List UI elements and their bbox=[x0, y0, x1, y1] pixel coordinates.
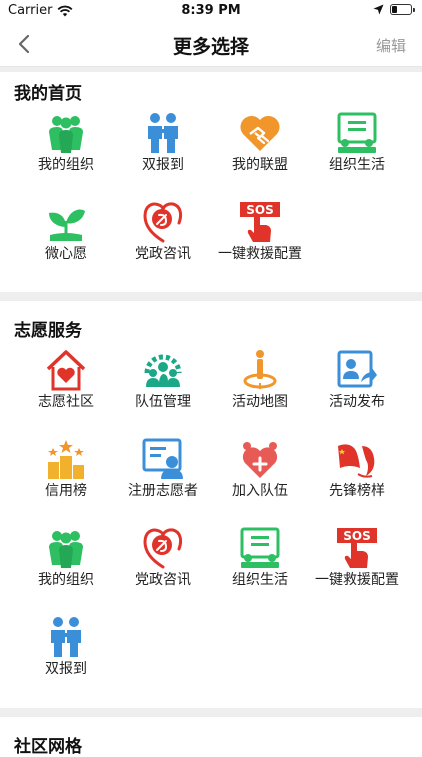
meeting-board-icon bbox=[240, 527, 280, 568]
grid-item-party-news[interactable]: 党政咨讯 bbox=[113, 527, 213, 589]
grid-item-label: 一键救援配置 bbox=[218, 246, 302, 262]
sos-icon: SOS bbox=[337, 528, 377, 568]
nav-bar: 更多选择 编辑 bbox=[0, 22, 422, 67]
grid-item-label: 我的联盟 bbox=[232, 157, 288, 173]
grid-item-credit-rank[interactable]: 信用榜 bbox=[16, 438, 116, 500]
status-right bbox=[373, 4, 415, 15]
grid-item-my-organization[interactable]: 我的组织 bbox=[16, 112, 116, 174]
team-gear-icon bbox=[144, 354, 182, 387]
edit-button[interactable]: 编辑 bbox=[376, 35, 406, 56]
group-icon bbox=[49, 116, 83, 153]
group-icon bbox=[49, 531, 83, 568]
party-emblem-icon bbox=[143, 528, 183, 569]
grid-item-label: 微心愿 bbox=[45, 246, 87, 262]
grid-item-label: 我的组织 bbox=[38, 157, 94, 173]
grid-item-label: 双报到 bbox=[142, 157, 184, 173]
heart-plus-icon bbox=[242, 442, 278, 478]
grid-item-volunteer-community[interactable]: 志愿社区 bbox=[16, 349, 116, 411]
sos-icon: SOS bbox=[240, 202, 280, 242]
grid-item-label: 活动发布 bbox=[329, 394, 385, 410]
grid-item-label: 组织生活 bbox=[232, 572, 288, 588]
map-pin-person-icon bbox=[243, 350, 277, 389]
grid-item-sos-config[interactable]: SOS 一键救援配置 bbox=[210, 201, 310, 263]
location-arrow-icon bbox=[373, 4, 384, 15]
grid-item-label: 信用榜 bbox=[45, 483, 87, 499]
section-divider bbox=[0, 67, 422, 72]
heart-house-icon bbox=[46, 350, 86, 391]
party-emblem-icon bbox=[143, 202, 183, 243]
grid-item-sos-config[interactable]: SOS 一键救援配置 bbox=[307, 527, 407, 589]
grid-item-label: 党政咨讯 bbox=[135, 246, 191, 262]
two-people-icon bbox=[51, 617, 81, 657]
grid-item-label: 加入队伍 bbox=[232, 483, 288, 499]
grid-item-label: 注册志愿者 bbox=[128, 483, 198, 499]
grid-item-dual-report[interactable]: 双报到 bbox=[113, 112, 213, 174]
grid-item-register-volunteer[interactable]: 注册志愿者 bbox=[113, 438, 213, 500]
grid-item-label: 先锋榜样 bbox=[329, 483, 385, 499]
battery-icon bbox=[390, 4, 415, 15]
grid-item-activity-map[interactable]: 活动地图 bbox=[210, 349, 310, 411]
page-title: 更多选择 bbox=[172, 36, 249, 58]
grid-item-org-life[interactable]: 组织生活 bbox=[210, 527, 310, 589]
section-divider bbox=[0, 292, 422, 301]
grid-item-org-life[interactable]: 组织生活 bbox=[307, 112, 407, 174]
podium-stars-icon bbox=[48, 440, 84, 479]
heart-handshake-icon bbox=[240, 115, 280, 151]
register-card-icon bbox=[142, 438, 183, 479]
status-bar: Carrier 8:39 PM bbox=[0, 0, 422, 22]
grid-item-activity-publish[interactable]: 活动发布 bbox=[307, 349, 407, 411]
grid-item-label: 活动地图 bbox=[232, 394, 288, 410]
grid-item-party-news[interactable]: 党政咨讯 bbox=[113, 201, 213, 263]
share-card-icon bbox=[337, 350, 377, 388]
grid-item-label: 组织生活 bbox=[329, 157, 385, 173]
grid-item-label: 志愿社区 bbox=[38, 394, 94, 410]
grid-item-label: 党政咨讯 bbox=[135, 572, 191, 588]
grid-item-my-alliance[interactable]: 我的联盟 bbox=[210, 112, 310, 174]
grid-item-label: 双报到 bbox=[45, 661, 87, 677]
sprout-icon bbox=[49, 209, 85, 241]
section-divider bbox=[0, 708, 422, 717]
svg-text:SOS: SOS bbox=[246, 203, 274, 217]
status-time: 8:39 PM bbox=[181, 3, 241, 18]
flag-pioneer-icon bbox=[338, 444, 375, 478]
grid-item-my-organization[interactable]: 我的组织 bbox=[16, 527, 116, 589]
grid-item-label: 我的组织 bbox=[38, 572, 94, 588]
meeting-board-icon bbox=[337, 112, 377, 153]
grid-item-pioneer-model[interactable]: 先锋榜样 bbox=[307, 438, 407, 500]
grid-item-team-management[interactable]: 队伍管理 bbox=[113, 349, 213, 411]
grid-item-label: 一键救援配置 bbox=[315, 572, 399, 588]
two-people-icon bbox=[148, 113, 178, 153]
grid-item-join-team[interactable]: 加入队伍 bbox=[210, 438, 310, 500]
svg-text:SOS: SOS bbox=[343, 529, 371, 543]
section-title-community-grid: 社区网格 bbox=[14, 737, 82, 757]
grid-item-micro-wish[interactable]: 微心愿 bbox=[16, 201, 116, 263]
section-title-my-home: 我的首页 bbox=[14, 84, 82, 104]
grid-item-dual-report[interactable]: 双报到 bbox=[16, 616, 116, 678]
section-title-volunteer-service: 志愿服务 bbox=[14, 321, 82, 341]
grid-item-label: 队伍管理 bbox=[135, 394, 191, 410]
